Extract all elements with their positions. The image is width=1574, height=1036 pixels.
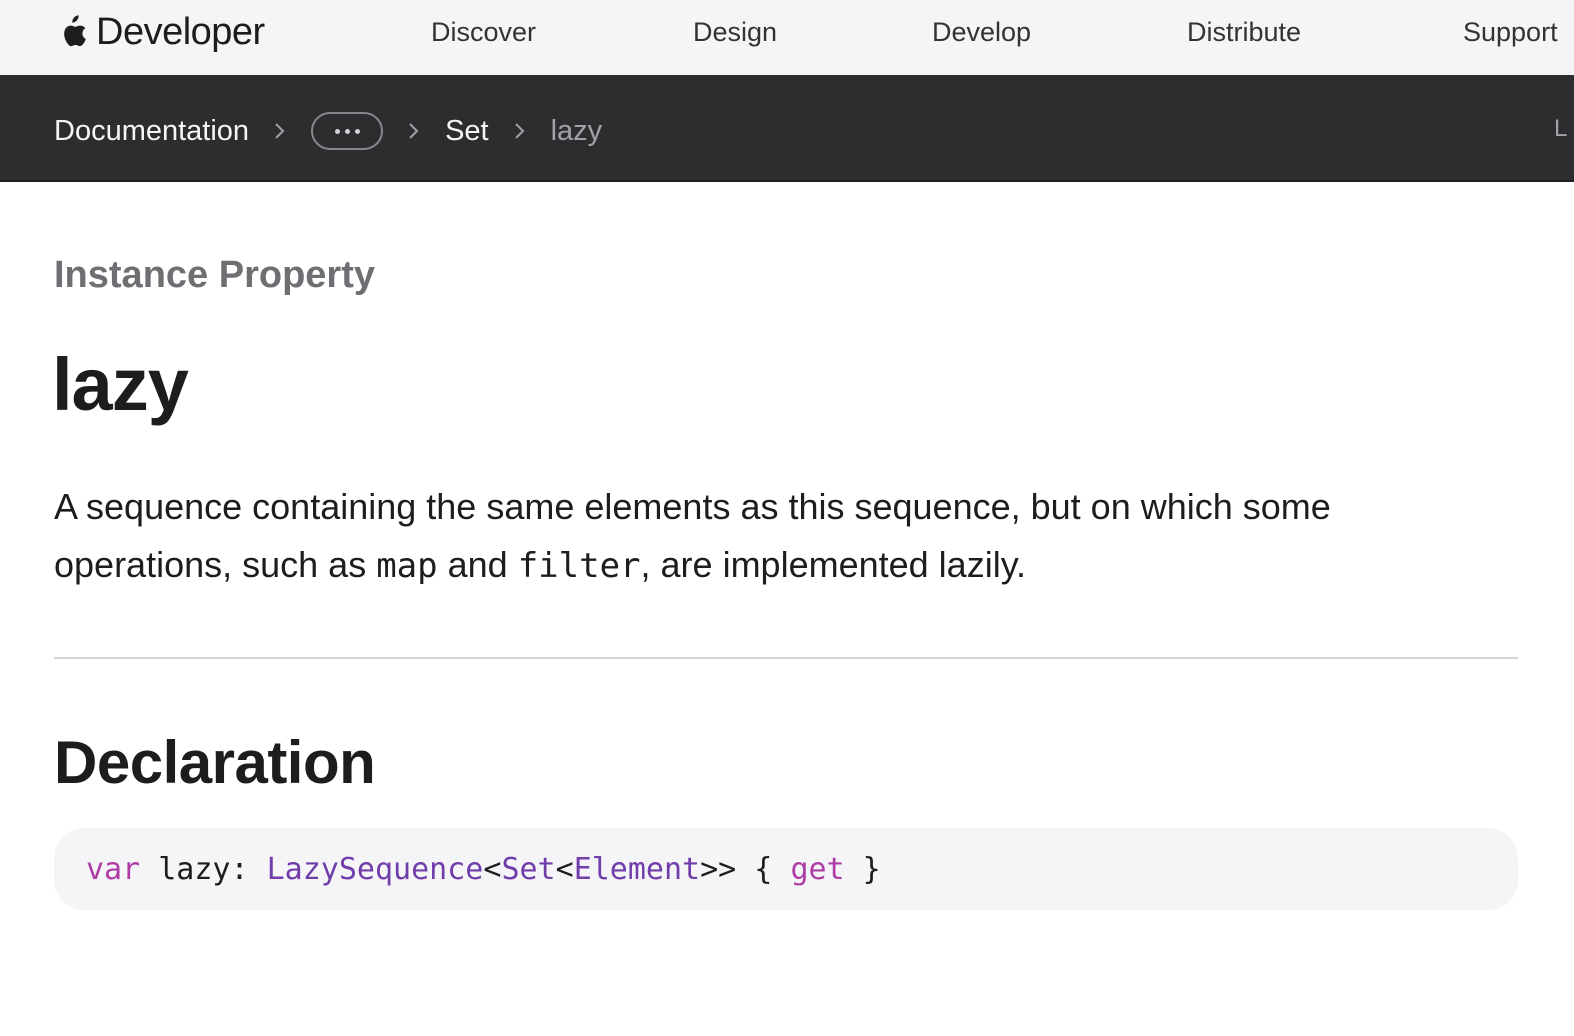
punctuation: < — [555, 851, 574, 887]
nav-develop[interactable]: Develop — [932, 16, 1031, 48]
chevron-right-icon — [511, 113, 529, 149]
type-link-set[interactable]: Set — [501, 852, 555, 887]
dot-icon — [354, 128, 360, 134]
type-link-element[interactable]: Element — [574, 852, 700, 887]
language-toggle[interactable]: L — [1554, 115, 1574, 143]
global-nav: Developer Discover Design Develop Distri… — [0, 0, 1574, 75]
nav-discover[interactable]: Discover — [431, 16, 536, 48]
punctuation: < — [483, 851, 502, 887]
declaration-heading: Declaration — [54, 729, 376, 796]
punctuation: >> { — [700, 851, 791, 887]
nav-distribute[interactable]: Distribute — [1187, 16, 1301, 48]
inline-code-filter: filter — [517, 546, 641, 586]
breadcrumb-current: lazy — [550, 115, 603, 147]
dot-icon — [344, 128, 350, 134]
breadcrumb-more-button[interactable] — [311, 112, 384, 150]
type-link-lazysequence[interactable]: LazySequence — [267, 852, 484, 887]
dot-icon — [334, 128, 340, 134]
abstract-text: , are implemented lazily. — [640, 544, 1027, 585]
declaration-code: var lazy: LazySequence < Set < Element >> { g… — [54, 828, 1518, 910]
punctuation: } — [844, 851, 881, 887]
page-title: lazy — [52, 343, 189, 426]
identifier: lazy: — [140, 851, 267, 887]
global-nav-links: Discover Design Develop Distribute Suppo… — [0, 16, 1574, 56]
nav-support[interactable]: Support — [1463, 16, 1558, 48]
chevron-right-icon — [271, 113, 289, 149]
abstract-text: and — [437, 544, 518, 585]
documentation-nav: Documentation Set lazy L — [0, 75, 1574, 182]
symbol-kind: Instance Property — [54, 254, 375, 296]
abstract: A sequence containing the same elements … — [54, 478, 1514, 595]
divider — [54, 657, 1518, 659]
breadcrumb-documentation[interactable]: Documentation — [54, 113, 249, 149]
chevron-right-icon — [405, 113, 423, 149]
inline-code-map: map — [376, 546, 438, 586]
breadcrumb: Documentation Set lazy — [54, 109, 602, 153]
breadcrumb-set[interactable]: Set — [445, 113, 489, 149]
keyword-var: var — [86, 851, 141, 887]
nav-design[interactable]: Design — [693, 16, 777, 48]
keyword-get: get — [790, 851, 845, 887]
